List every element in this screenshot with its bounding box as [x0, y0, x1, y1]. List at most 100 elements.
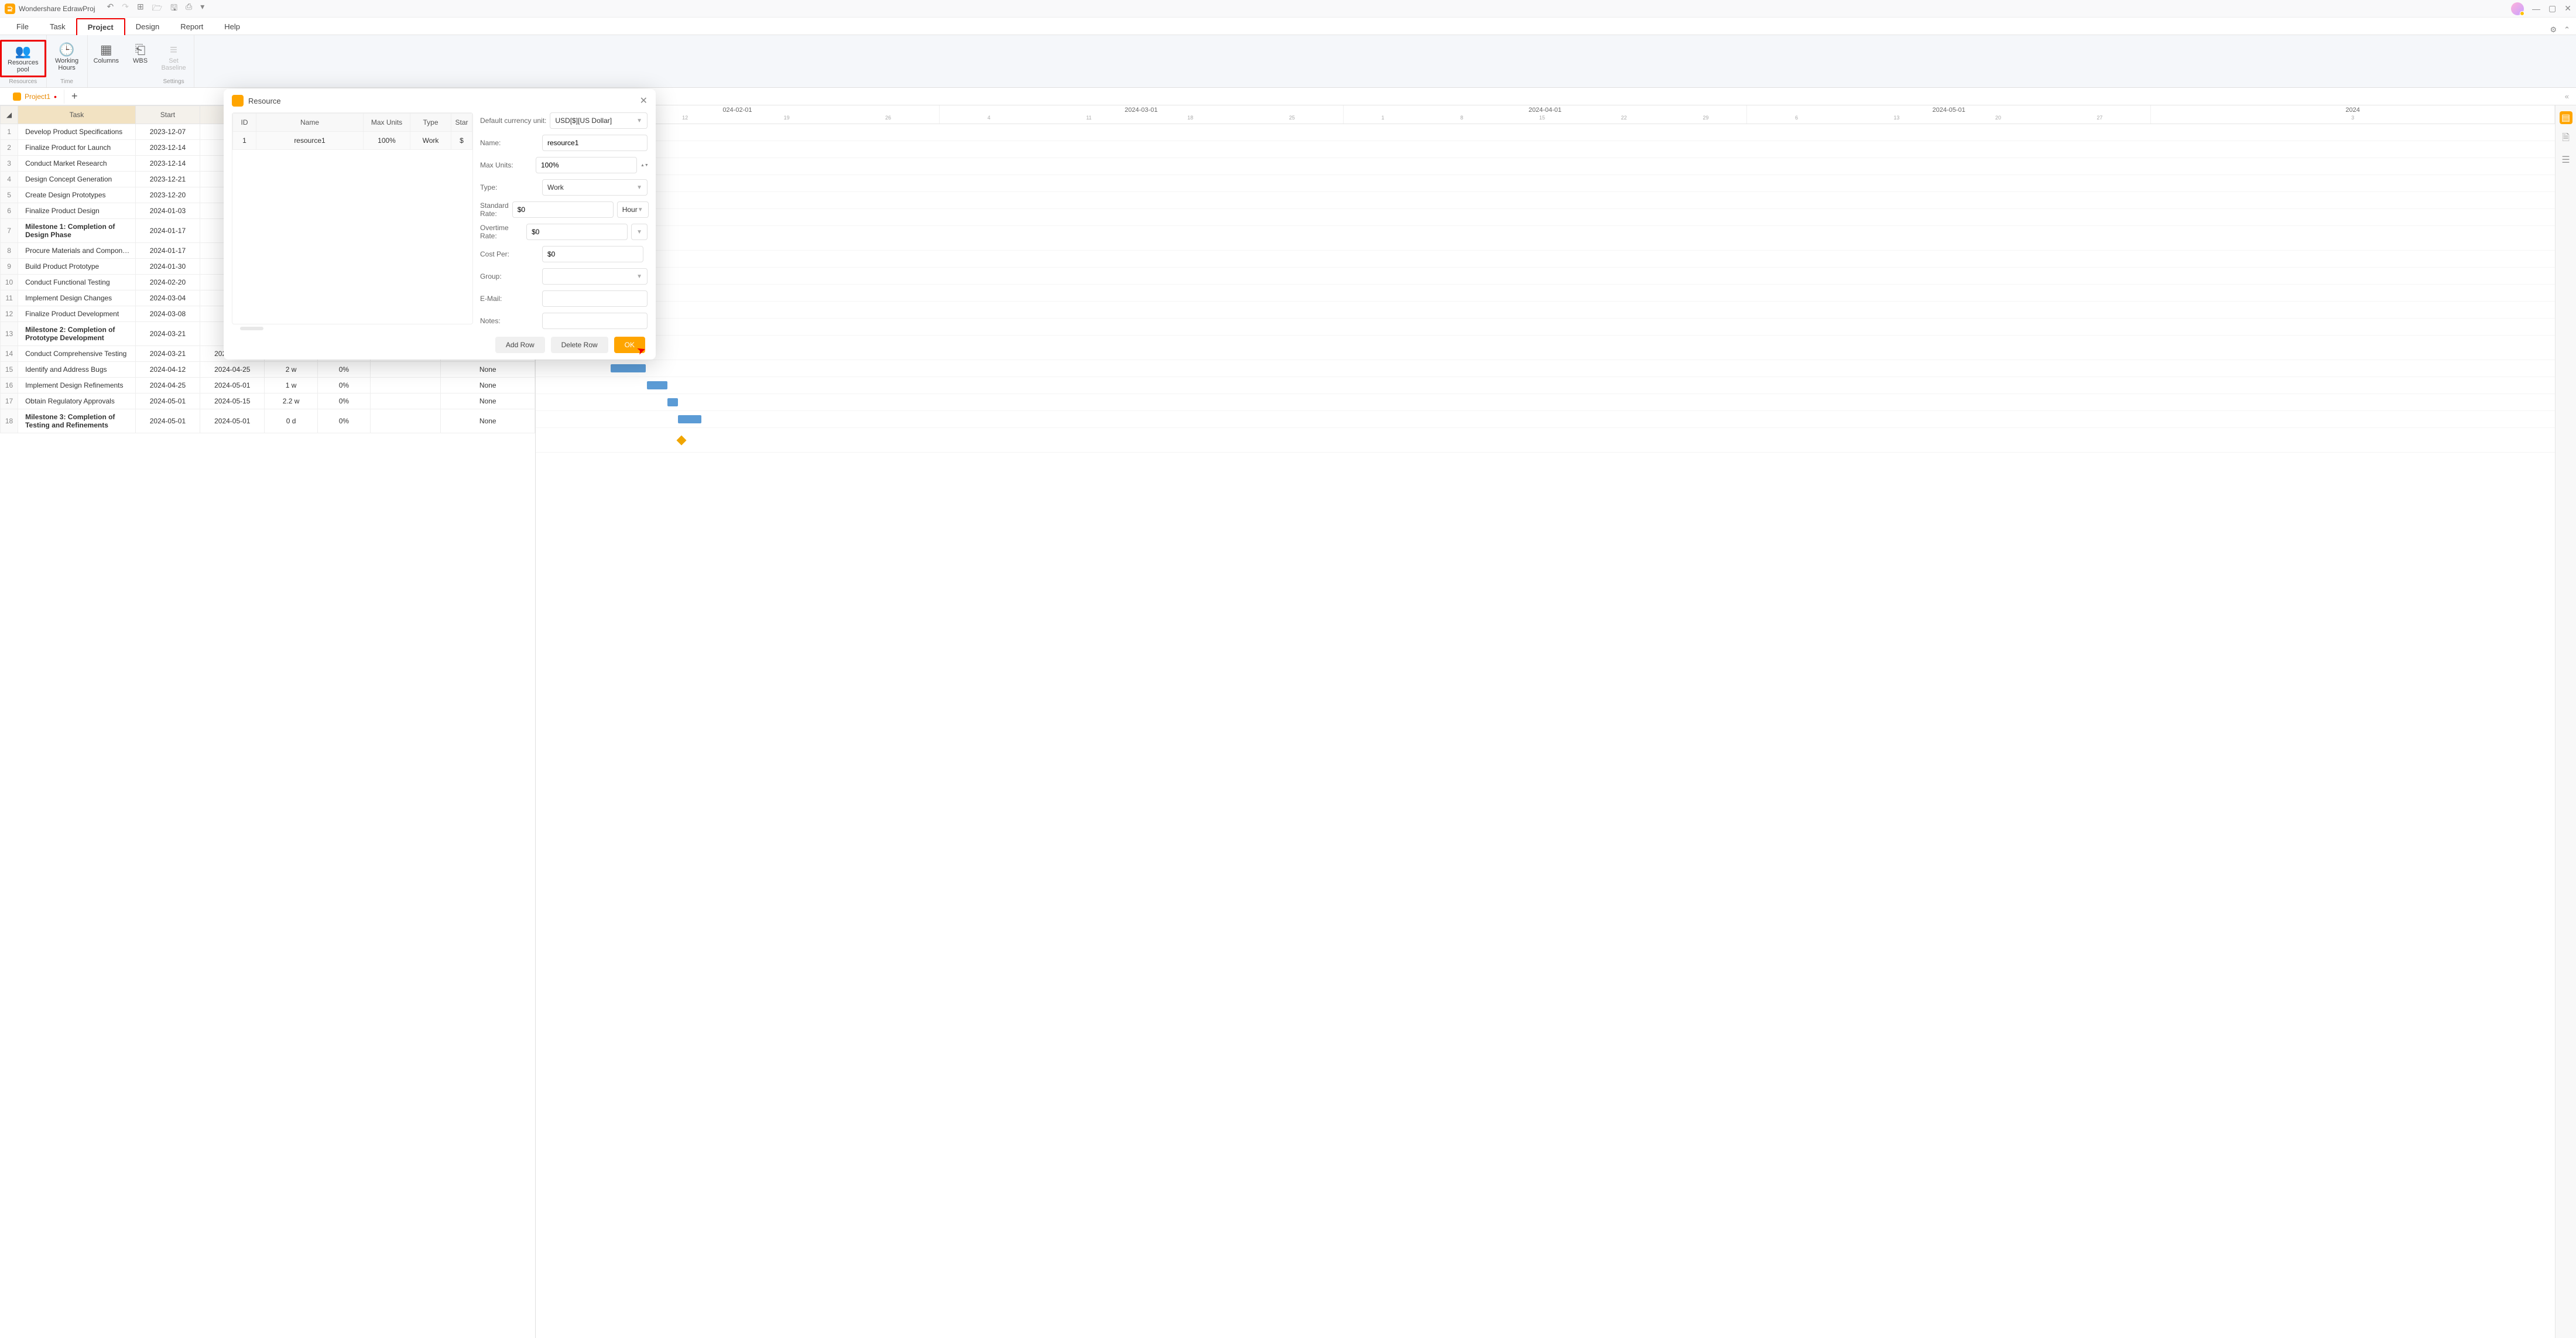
currency-select[interactable]: USD[$][US Dollar]▼ [550, 112, 648, 129]
doc-tab-project1[interactable]: Project1 • [6, 90, 64, 104]
gantt-row[interactable] [536, 302, 2555, 319]
stepper-icon[interactable]: ▲▼ [640, 163, 648, 167]
otrate-input[interactable] [526, 224, 628, 240]
maxunits-input[interactable] [536, 157, 637, 173]
working-hours-button[interactable]: 🕒 Working Hours [49, 40, 84, 74]
collapse-ribbon-icon[interactable]: ⌃ [2564, 25, 2570, 35]
view-gantt-icon[interactable]: ▤ [2560, 111, 2572, 124]
resource-grid[interactable]: ID Name Max Units Type Star 1 resource1 … [232, 112, 473, 324]
app-logo: ⊇ [5, 4, 15, 14]
chevron-down-icon: ▼ [636, 273, 642, 280]
right-sidebar: ▤ 🗎 ☰ [2555, 105, 2576, 1338]
clock-icon: 🕒 [59, 42, 74, 57]
add-row-button[interactable]: Add Row [495, 337, 545, 353]
chevron-down-icon: ▼ [638, 207, 643, 213]
rescol-type[interactable]: Type [410, 114, 451, 132]
gantt-bar [647, 381, 667, 389]
gantt-row[interactable] [536, 226, 2555, 251]
tab-help[interactable]: Help [214, 19, 251, 35]
title-bar: ⊇ Wondershare EdrawProj ↶ ↷ ⊞ 🗁 🖫 ⎙ ▾ — … [0, 0, 2576, 18]
save-icon[interactable]: 🖫 [170, 2, 177, 16]
view-filter-icon[interactable]: ☰ [2560, 153, 2572, 166]
group-select[interactable]: ▼ [542, 268, 648, 285]
panel-toggle-icon[interactable]: « [2558, 92, 2576, 101]
settings-icon[interactable]: ⚙ [2550, 25, 2557, 35]
redo-icon[interactable]: ↷ [122, 2, 129, 16]
type-select[interactable]: Work▼ [542, 179, 648, 196]
gantt-row[interactable] [536, 360, 2555, 377]
group-label-resources: Resources [9, 78, 37, 86]
tab-task[interactable]: Task [39, 19, 76, 35]
add-tab-button[interactable]: + [64, 90, 85, 102]
close-icon[interactable]: ✕ [2564, 4, 2571, 13]
gantt-bar [611, 364, 646, 372]
task-row[interactable]: 17Obtain Regulatory Approvals2024-05-012… [1, 393, 535, 409]
gantt-row[interactable] [536, 411, 2555, 428]
otunit-select[interactable]: ▼ [631, 224, 648, 240]
gantt-row[interactable] [536, 209, 2555, 226]
task-row[interactable]: 15 Identify and Address Bugs2024-04-1220… [1, 362, 535, 378]
stdrate-input[interactable] [512, 201, 614, 218]
dialog-close-icon[interactable]: ✕ [640, 95, 648, 107]
project-icon [13, 93, 21, 101]
task-row[interactable]: 16Implement Design Refinements2024-04-25… [1, 378, 535, 393]
task-row[interactable]: 18Milestone 3: Completion of Testing and… [1, 409, 535, 433]
gantt-row[interactable] [536, 124, 2555, 141]
gantt-row[interactable] [536, 141, 2555, 158]
tab-report[interactable]: Report [170, 19, 214, 35]
user-avatar[interactable] [2511, 2, 2524, 15]
notes-input[interactable] [542, 313, 648, 329]
gantt-chart[interactable]: 024-02-0151219262024-03-0141118252024-04… [536, 105, 2555, 1338]
gantt-row[interactable] [536, 268, 2555, 285]
gantt-row[interactable] [536, 428, 2555, 453]
gantt-bar [678, 415, 701, 423]
wbs-icon: ⎗ [135, 42, 146, 57]
milestone-marker [677, 436, 687, 446]
email-input[interactable] [542, 290, 648, 307]
resource-row[interactable]: 1 resource1 100% Work $ [233, 132, 472, 150]
currency-label: Default currency unit: [480, 117, 546, 125]
tab-project[interactable]: Project [76, 18, 125, 35]
resources-pool-button[interactable]: 👥 Resources pool [0, 40, 46, 77]
gantt-row[interactable] [536, 319, 2555, 336]
stdunit-select[interactable]: Hour▼ [617, 201, 649, 218]
tab-file[interactable]: File [6, 19, 39, 35]
set-baseline-button[interactable]: ≡ Set Baseline [155, 40, 191, 74]
col-task[interactable]: Task [18, 106, 136, 124]
print-icon[interactable]: ⎙ [186, 2, 192, 16]
gantt-row[interactable] [536, 394, 2555, 411]
name-input[interactable] [542, 135, 648, 151]
minimize-icon[interactable]: — [2532, 4, 2540, 13]
gantt-row[interactable] [536, 285, 2555, 302]
rescol-name[interactable]: Name [256, 114, 364, 132]
cost-input[interactable] [542, 246, 643, 262]
maximize-icon[interactable]: ▢ [2548, 4, 2556, 13]
delete-row-button[interactable]: Delete Row [551, 337, 608, 353]
gantt-row[interactable] [536, 192, 2555, 209]
columns-button[interactable]: ▦ Columns [88, 40, 125, 74]
col-start[interactable]: Start [135, 106, 200, 124]
gantt-row[interactable] [536, 175, 2555, 192]
open-icon[interactable]: 🗁 [152, 2, 162, 16]
gantt-row[interactable] [536, 158, 2555, 175]
col-corner[interactable]: ◢ [1, 106, 18, 124]
qat-more-icon[interactable]: ▾ [200, 2, 204, 16]
gantt-row[interactable] [536, 336, 2555, 360]
baseline-icon: ≡ [170, 42, 177, 57]
new-icon[interactable]: ⊞ [137, 2, 144, 16]
rescol-std[interactable]: Star [451, 114, 472, 132]
gantt-bar [667, 398, 678, 406]
gantt-row[interactable] [536, 377, 2555, 394]
rescol-max[interactable]: Max Units [364, 114, 410, 132]
view-notes-icon[interactable]: 🗎 [2560, 132, 2572, 145]
modified-indicator: • [54, 92, 57, 101]
timeline-header: 024-02-0151219262024-03-0141118252024-04… [536, 105, 2555, 124]
wbs-button[interactable]: ⎗ WBS [127, 40, 153, 74]
tab-design[interactable]: Design [125, 19, 170, 35]
app-title: Wondershare EdrawProj [19, 5, 95, 13]
gantt-row[interactable] [536, 251, 2555, 268]
rescol-id[interactable]: ID [233, 114, 256, 132]
menu-bar: File Task Project Design Report Help ⚙ ⌃ [0, 18, 2576, 35]
chevron-down-icon: ▼ [636, 184, 642, 191]
undo-icon[interactable]: ↶ [107, 2, 114, 16]
